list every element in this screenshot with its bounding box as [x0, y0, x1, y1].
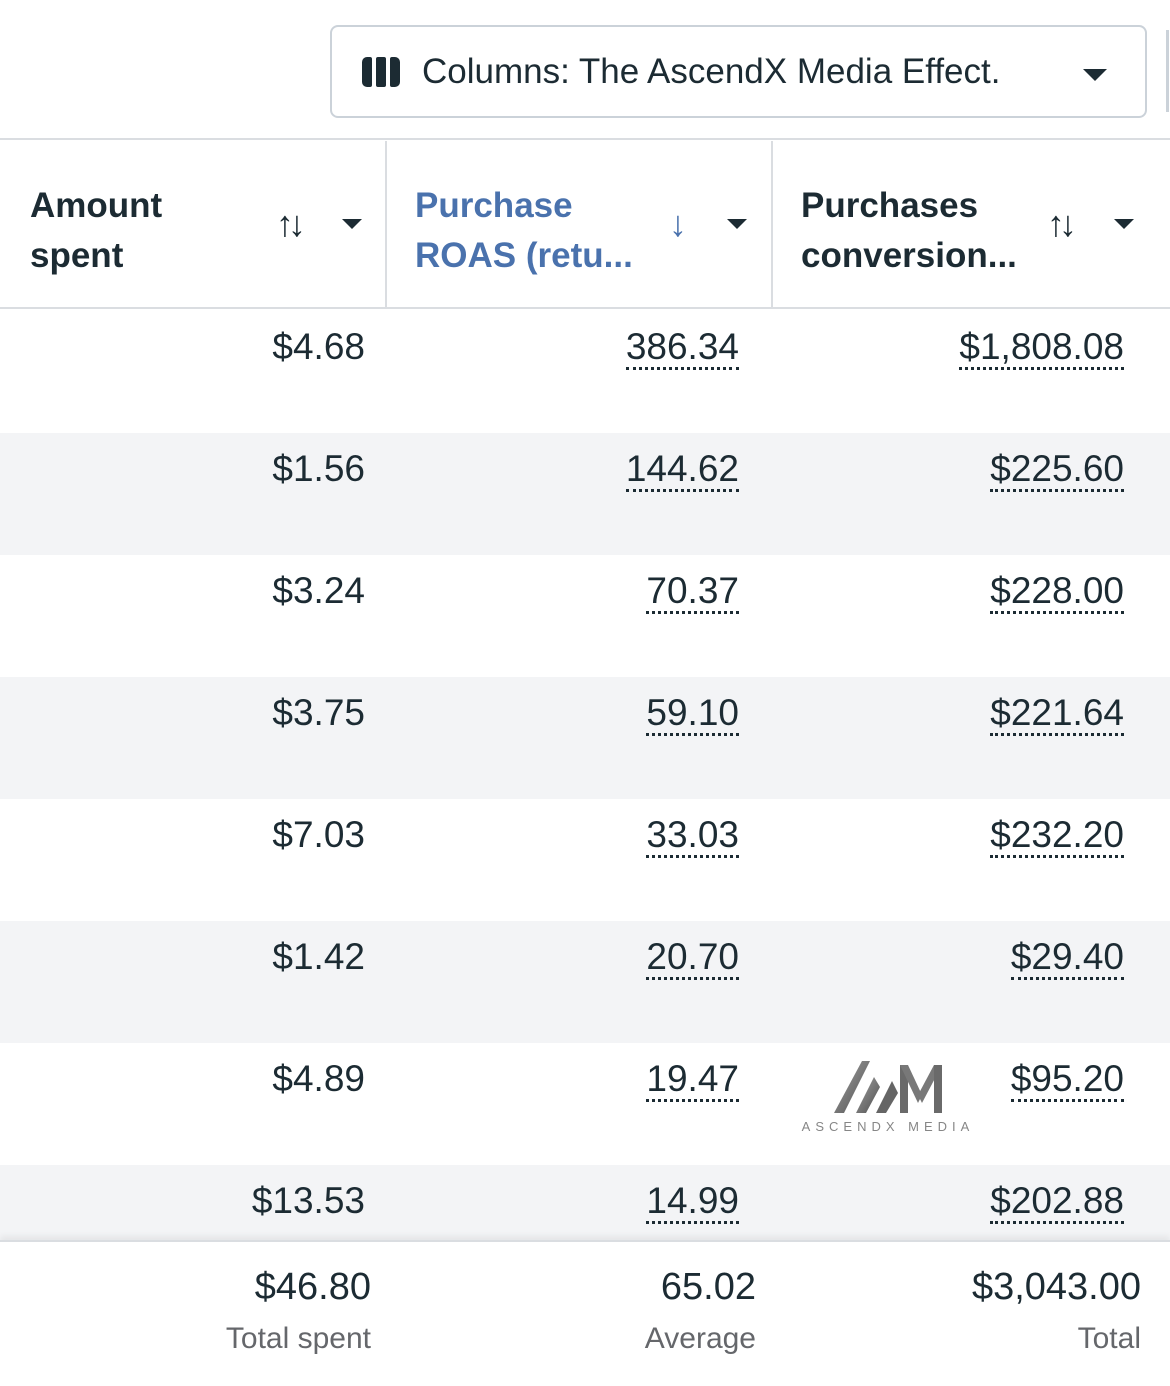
- column-header-purchases-conversion[interactable]: Purchases conversion... ↑↓: [773, 141, 1170, 307]
- amount-spent-total-label: Total spent: [225, 1322, 371, 1355]
- toolbar-edge-divider: [1166, 30, 1169, 112]
- column-menu-caret-icon[interactable]: [1114, 219, 1134, 229]
- caret-down-icon: [1083, 69, 1107, 81]
- amount-spent-cell: $1.56: [272, 448, 365, 489]
- columns-dropdown-label: Columns: The AscendX Media Effect.: [422, 51, 1001, 91]
- table-row: $4.68 386.34 $1,808.08: [0, 311, 1170, 433]
- purchase-roas-cell[interactable]: 20.70: [646, 937, 739, 980]
- column-header-amount-spent[interactable]: Amount spent ↑↓: [0, 141, 387, 307]
- purchases-conversion-cell[interactable]: $221.64: [990, 693, 1124, 736]
- table-row: $1.42 20.70 $29.40: [0, 921, 1170, 1043]
- table-row: $3.75 59.10 $221.64: [0, 677, 1170, 799]
- watermark-text: ASCENDX MEDIA: [801, 1119, 975, 1134]
- purchase-roas-cell[interactable]: 14.99: [646, 1181, 739, 1224]
- purchases-conversion-total: $3,043.00: [971, 1266, 1141, 1308]
- table-row: $4.89 19.47 $95.20: [0, 1043, 1170, 1165]
- table-body: $4.68 386.34 $1,808.08 $1.56 144.62 $225…: [0, 311, 1170, 1287]
- purchase-roas-average-label: Average: [644, 1322, 756, 1355]
- purchase-roas-cell[interactable]: 33.03: [646, 815, 739, 858]
- amount-spent-cell: $3.24: [272, 570, 365, 611]
- table-row: $3.24 70.37 $228.00: [0, 555, 1170, 677]
- columns-icon: [362, 56, 400, 87]
- columns-dropdown-button[interactable]: Columns: The AscendX Media Effect.: [330, 25, 1147, 118]
- ascendx-logo-icon: [834, 1061, 942, 1113]
- amount-spent-cell: $4.89: [272, 1058, 365, 1099]
- sort-descending-icon[interactable]: ↓: [669, 203, 687, 245]
- column-title: Purchases conversion...: [801, 186, 1017, 275]
- purchases-conversion-cell[interactable]: $225.60: [990, 449, 1124, 492]
- table-header: Amount spent ↑↓ Purchase ROAS (retu... ↓…: [0, 141, 1170, 309]
- amount-spent-cell: $4.68: [272, 326, 365, 367]
- amount-spent-cell: $7.03: [272, 814, 365, 855]
- purchase-roas-cell[interactable]: 19.47: [646, 1059, 739, 1102]
- purchase-roas-cell[interactable]: 386.34: [625, 327, 739, 370]
- toolbar: Columns: The AscendX Media Effect.: [0, 0, 1170, 140]
- table-row: $1.56 144.62 $225.60: [0, 433, 1170, 555]
- sort-arrows-icon[interactable]: ↑↓: [1047, 203, 1077, 245]
- amount-spent-cell: $13.53: [251, 1180, 365, 1221]
- purchases-conversion-cell[interactable]: $1,808.08: [959, 327, 1124, 370]
- purchases-conversion-cell[interactable]: $232.20: [990, 815, 1124, 858]
- amount-spent-cell: $1.42: [272, 936, 365, 977]
- column-title: Purchase ROAS (retu...: [415, 186, 633, 275]
- purchase-roas-cell[interactable]: 144.62: [625, 449, 739, 492]
- purchases-conversion-cell[interactable]: $228.00: [990, 571, 1124, 614]
- purchases-conversion-cell[interactable]: $95.20: [1010, 1059, 1124, 1102]
- sort-arrows-icon[interactable]: ↑↓: [276, 203, 306, 245]
- column-menu-caret-icon[interactable]: [727, 219, 747, 229]
- column-title: Amount spent: [30, 186, 163, 275]
- purchase-roas-average: 65.02: [660, 1266, 756, 1308]
- purchases-conversion-total-label: Total: [1077, 1322, 1141, 1355]
- purchase-roas-cell[interactable]: 59.10: [646, 693, 739, 736]
- purchases-conversion-cell[interactable]: $202.88: [990, 1181, 1124, 1224]
- table-footer-summary: $46.80 Total spent 65.02 Average $3,043.…: [0, 1240, 1170, 1386]
- purchases-conversion-cell[interactable]: $29.40: [1010, 937, 1124, 980]
- column-menu-caret-icon[interactable]: [342, 219, 362, 229]
- column-header-purchase-roas[interactable]: Purchase ROAS (retu... ↓: [387, 141, 773, 307]
- purchase-roas-cell[interactable]: 70.37: [646, 571, 739, 614]
- ascendx-media-watermark-logo: ASCENDX MEDIA: [800, 1055, 976, 1140]
- amount-spent-cell: $3.75: [272, 692, 365, 733]
- amount-spent-total: $46.80: [254, 1266, 371, 1308]
- table-row: $7.03 33.03 $232.20: [0, 799, 1170, 921]
